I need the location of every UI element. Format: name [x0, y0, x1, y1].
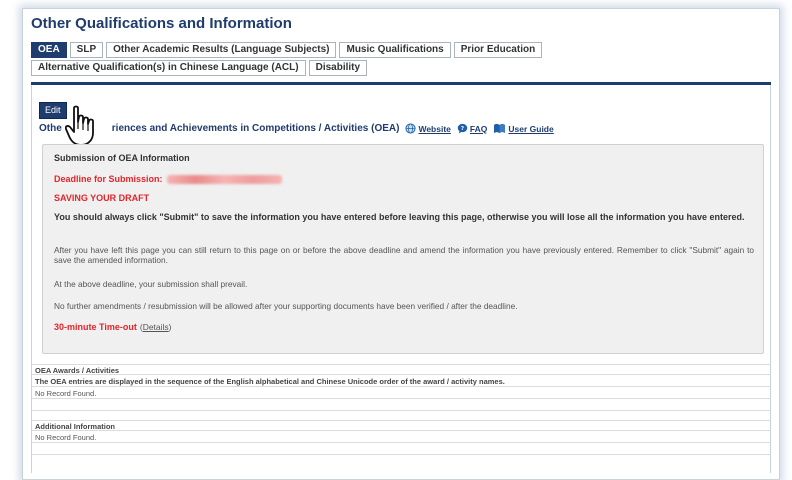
faq-link-label: FAQ — [469, 123, 488, 134]
edit-button[interactable]: Edit — [39, 102, 67, 119]
section-heading: Othe riences and Achievements in Competi… — [39, 123, 554, 134]
section-heading-end: riences and Achievements in Competitions… — [111, 123, 400, 134]
section-heading-start: Othe — [39, 123, 62, 134]
tab-slp[interactable]: SLP — [69, 42, 104, 58]
tab-oea[interactable]: OEA — [31, 42, 67, 58]
svg-text:?: ? — [461, 126, 464, 132]
awards-empty: No Record Found. — [32, 388, 770, 399]
amendment-info: No further amendments / resubmission wil… — [54, 301, 518, 311]
tab-bar: OEA SLP Other Academic Results (Language… — [31, 42, 771, 76]
globe-icon — [405, 123, 416, 134]
deadline-redacted — [166, 174, 282, 184]
awards-note: The OEA entries are displayed in the seq… — [32, 376, 770, 387]
user-guide-link-label: User Guide — [508, 123, 554, 134]
main-frame: Other Qualifications and Information OEA… — [22, 8, 780, 480]
details-wrapper: (Details) — [139, 322, 172, 332]
tab-acl[interactable]: Alternative Qualification(s) in Chinese … — [31, 60, 306, 76]
page-title: Other Qualifications and Information — [31, 15, 292, 32]
content-panel: Edit Othe riences and Achievements in Co… — [31, 85, 771, 473]
deadline-info: At the above deadline, your submission s… — [54, 279, 248, 289]
notice-title: Submission of OEA Information — [54, 153, 190, 163]
tab-music-qualifications[interactable]: Music Qualifications — [339, 42, 451, 58]
additional-empty: No Record Found. — [32, 432, 770, 443]
deadline-line: Deadline for Submission: — [54, 174, 282, 184]
website-link-label: Website — [418, 123, 451, 134]
details-link[interactable]: Details — [143, 322, 169, 332]
submission-notice: Submission of OEA Information Deadline f… — [42, 144, 764, 354]
return-info: After you have left this page you can st… — [54, 245, 754, 265]
speech-bubble-icon: ? — [457, 123, 468, 134]
save-warning: You should always click "Submit" to save… — [54, 212, 745, 222]
book-icon — [494, 123, 506, 134]
hand-pointer-icon — [65, 105, 94, 146]
user-guide-link[interactable]: User Guide — [493, 123, 554, 134]
timeout-line: 30-minute Time-out (Details) — [54, 322, 172, 332]
tab-disability[interactable]: Disability — [308, 60, 368, 76]
website-link[interactable]: Website — [405, 123, 451, 134]
awards-spacer — [32, 400, 770, 411]
faq-link[interactable]: ? FAQ — [457, 123, 487, 134]
deadline-label: Deadline for Submission: — [54, 174, 163, 184]
additional-spacer — [32, 444, 770, 455]
draft-heading: SAVING YOUR DRAFT — [54, 193, 150, 203]
tab-other-academic-results[interactable]: Other Academic Results (Language Subject… — [106, 42, 337, 58]
additional-header: Additional Information — [32, 420, 770, 431]
awards-header: OEA Awards / Activities — [32, 364, 770, 375]
timeout-label: 30-minute Time-out — [54, 322, 137, 332]
tab-prior-education[interactable]: Prior Education — [453, 42, 543, 58]
